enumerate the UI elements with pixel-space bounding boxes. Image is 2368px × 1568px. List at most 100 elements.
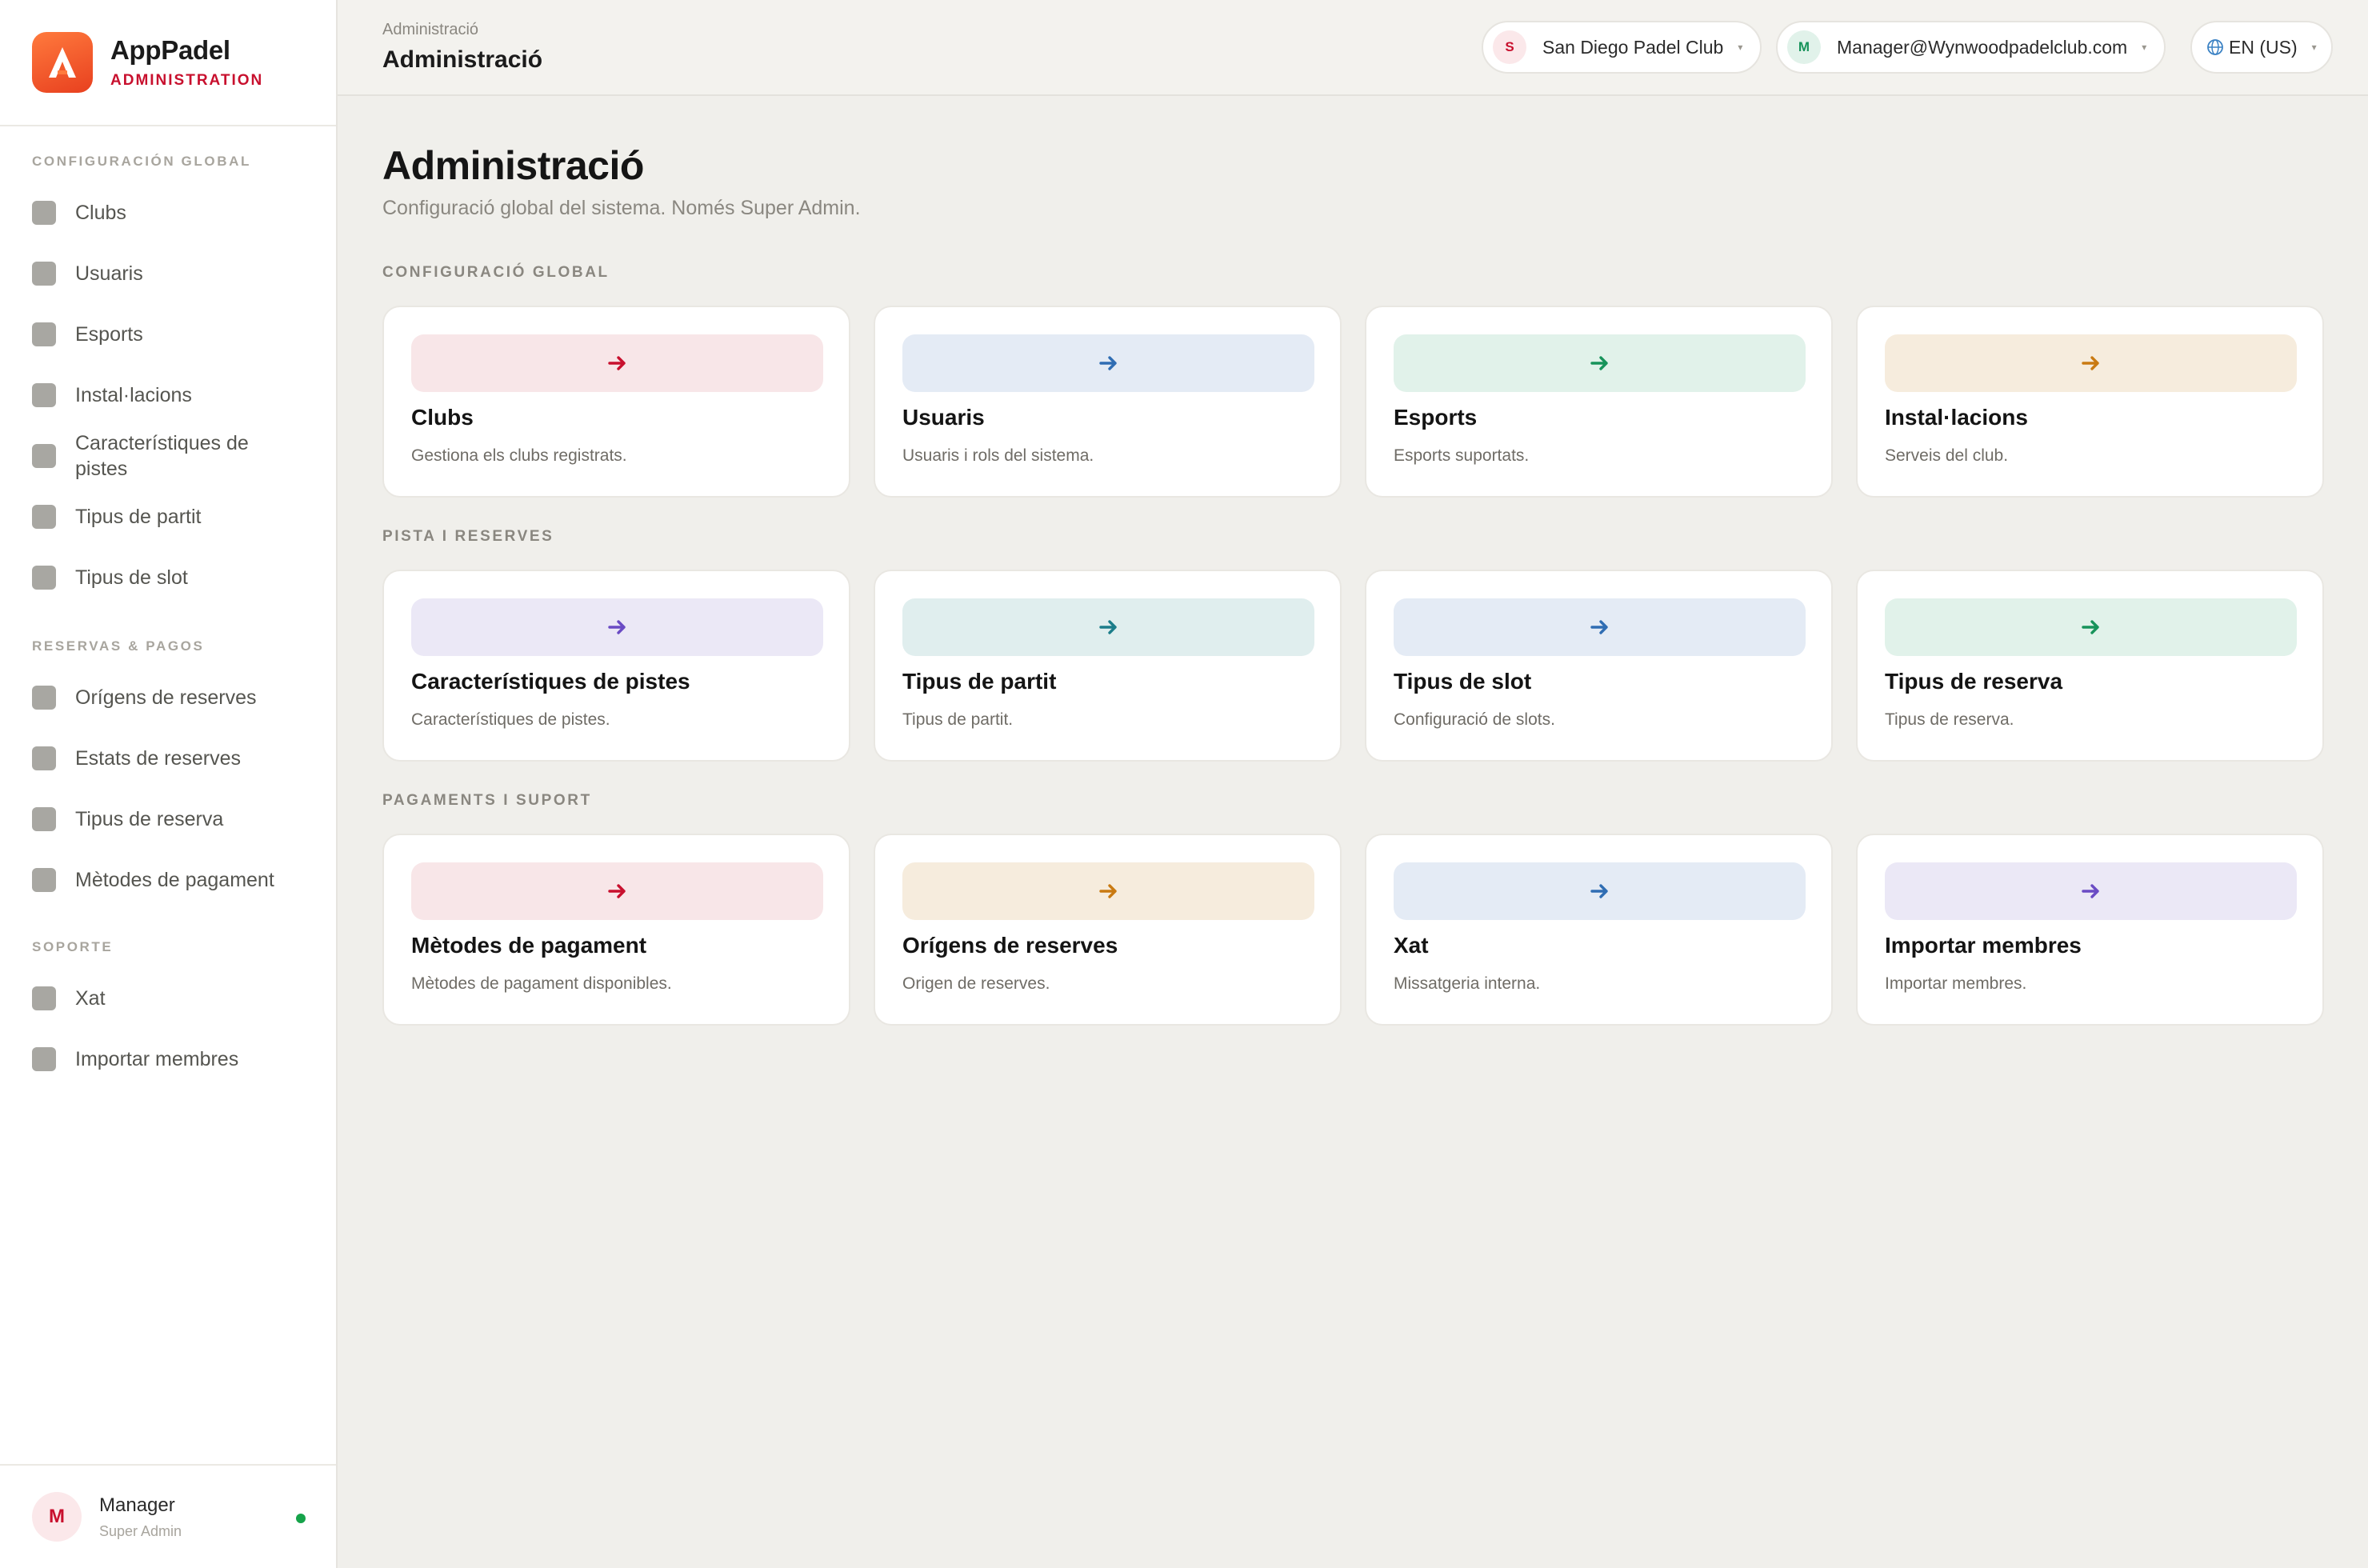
card-instal-lacions[interactable]: Instal·lacions Serveis del club. (1856, 306, 2324, 498)
sidebar-item-esports[interactable]: Esports (32, 322, 320, 347)
clubs-icon (32, 201, 56, 225)
app-logo-icon[interactable] (32, 32, 93, 93)
card-banner (411, 334, 823, 392)
sidebar: AppPadel ADMINISTRATION CONFIGURACIÓN GL… (0, 0, 338, 1568)
metodes-icon (32, 868, 56, 892)
section-label-reservas-pagos: RESERVAS & PAGOS (32, 638, 205, 654)
current-user[interactable]: M Manager Super Admin (0, 1464, 336, 1568)
section-label-soporte: SOPORTE (32, 939, 114, 954)
card-title: Importar membres (1885, 933, 2082, 958)
club-selector[interactable]: S San Diego Padel Club ▾ (1482, 21, 1762, 74)
card-description: Missatgeria interna. (1394, 974, 1541, 993)
card-title: Clubs (411, 405, 474, 430)
card-title: Tipus de reserva (1885, 669, 2063, 694)
tipus-slot-icon (32, 566, 56, 590)
installacions-icon (32, 383, 56, 407)
breadcrumb[interactable]: Administració (382, 21, 478, 39)
sidebar-item-clubs[interactable]: Clubs (32, 200, 320, 226)
account-email: Manager@Wynwoodpadelclub.com (1837, 36, 2128, 58)
card-description: Tipus de partit. (902, 710, 1014, 729)
card-importar-membres[interactable]: Importar membres Importar membres. (1856, 834, 2324, 1026)
card-description: Configuració de slots. (1394, 710, 1555, 729)
arrow-right-icon (1098, 884, 1117, 898)
sidebar-item-metodes-pagament[interactable]: Mètodes de pagament (32, 867, 320, 893)
card-esports[interactable]: Esports Esports suportats. (1365, 306, 1833, 498)
card-tipus-de-slot[interactable]: Tipus de slot Configuració de slots. (1365, 570, 1833, 762)
usuaris-icon (32, 262, 56, 286)
chevron-down-icon: ▾ (2311, 42, 2317, 53)
importar-icon (32, 1047, 56, 1071)
arrow-right-icon (1590, 356, 1608, 370)
language-label: EN (US) (2229, 36, 2298, 58)
card-tipus-de-partit[interactable]: Tipus de partit Tipus de partit. (874, 570, 1342, 762)
user-role: Super Admin (99, 1522, 182, 1539)
sidebar-item-origens-reserves[interactable]: Orígens de reserves (32, 685, 320, 710)
card-banner (411, 862, 823, 920)
card-title: Xat (1394, 933, 1429, 958)
card-title: Orígens de reserves (902, 933, 1118, 958)
card-usuaris[interactable]: Usuaris Usuaris i rols del sistema. (874, 306, 1342, 498)
card-title: Esports (1394, 405, 1478, 430)
card-description: Tipus de reserva. (1885, 710, 2014, 729)
arrow-right-icon (2081, 620, 2099, 634)
xat-icon (32, 986, 56, 1010)
card-title: Característiques de pistes (411, 669, 690, 694)
estats-icon (32, 746, 56, 770)
arrow-right-icon (607, 620, 626, 634)
card-banner (1394, 862, 1806, 920)
card-banner (1885, 862, 2297, 920)
sidebar-item-xat[interactable]: Xat (32, 986, 320, 1011)
card-title: Tipus de slot (1394, 669, 1532, 694)
card-banner (1885, 334, 2297, 392)
chevron-down-icon: ▾ (2142, 42, 2147, 53)
sidebar-item-installacions[interactable]: Instal·lacions (32, 382, 320, 408)
card-xat[interactable]: Xat Missatgeria interna. (1365, 834, 1833, 1026)
caracteristiques-icon (32, 444, 56, 468)
arrow-right-icon (1098, 356, 1117, 370)
app-name: AppPadel (110, 35, 230, 65)
sidebar-item-tipus-reserva[interactable]: Tipus de reserva (32, 806, 320, 832)
section-label-configuracion-global: CONFIGURACIÓN GLOBAL (32, 154, 251, 169)
sidebar-item-tipus-slot[interactable]: Tipus de slot (32, 565, 320, 590)
card-title: Tipus de partit (902, 669, 1057, 694)
sidebar-item-usuaris[interactable]: Usuaris (32, 261, 320, 286)
club-name: San Diego Padel Club (1542, 36, 1724, 58)
card-description: Importar membres. (1885, 974, 2027, 993)
section-label-pagaments-i-suport: PAGAMENTS I SUPORT (382, 792, 592, 809)
online-status-icon (296, 1514, 306, 1523)
app-subtitle: ADMINISTRATION (110, 72, 264, 89)
esports-icon (32, 322, 56, 346)
card-banner (1394, 598, 1806, 656)
arrow-right-icon (1098, 620, 1117, 634)
account-selector[interactable]: M Manager@Wynwoodpadelclub.com ▾ (1776, 21, 2166, 74)
arrow-right-icon (2081, 356, 2099, 370)
card-description: Serveis del club. (1885, 446, 2009, 465)
card-description: Característiques de pistes. (411, 710, 610, 729)
sidebar-item-caracteristiques-pistes[interactable]: Característiques de pistes (32, 430, 320, 482)
card-clubs[interactable]: Clubs Gestiona els clubs registrats. (382, 306, 850, 498)
arrow-right-icon (1590, 884, 1608, 898)
page-subtitle: Configuració global del sistema. Només S… (382, 197, 861, 219)
card-banner (902, 862, 1314, 920)
account-avatar: M (1787, 30, 1821, 64)
topbar: Administració Administració S San Diego … (338, 0, 2368, 96)
card-banner (902, 598, 1314, 656)
card-metodes-de-pagament[interactable]: Mètodes de pagament Mètodes de pagament … (382, 834, 850, 1026)
card-caracteristiques-de-pistes[interactable]: Característiques de pistes Característiq… (382, 570, 850, 762)
card-description: Usuaris i rols del sistema. (902, 446, 1094, 465)
arrow-right-icon (607, 884, 626, 898)
card-description: Origen de reserves. (902, 974, 1050, 993)
sidebar-item-estats-reserves[interactable]: Estats de reserves (32, 746, 320, 771)
sidebar-item-tipus-partit[interactable]: Tipus de partit (32, 504, 320, 530)
card-title: Instal·lacions (1885, 405, 2028, 430)
globe-icon (2207, 39, 2223, 55)
card-banner (902, 334, 1314, 392)
origens-icon (32, 686, 56, 710)
card-description: Mètodes de pagament disponibles. (411, 974, 672, 993)
card-origens-de-reserves[interactable]: Orígens de reserves Origen de reserves. (874, 834, 1342, 1026)
card-tipus-de-reserva[interactable]: Tipus de reserva Tipus de reserva. (1856, 570, 2324, 762)
language-selector[interactable]: EN (US) ▾ (2190, 21, 2333, 74)
tipus-partit-icon (32, 505, 56, 529)
header-title: Administració (382, 46, 543, 73)
sidebar-item-importar-membres[interactable]: Importar membres (32, 1046, 320, 1072)
